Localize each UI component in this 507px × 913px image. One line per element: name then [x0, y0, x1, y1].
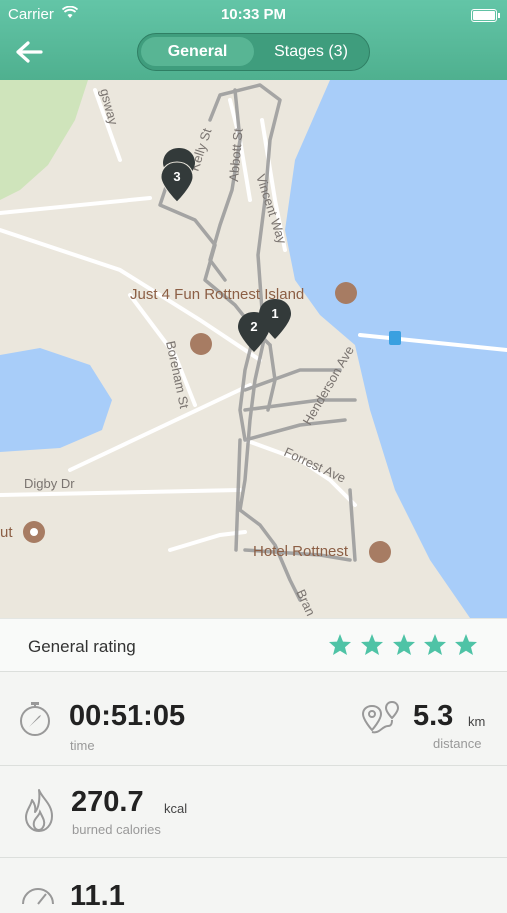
- calories-value: 270.7: [71, 786, 144, 818]
- stats-row-calories: 270.7 kcal burned calories: [0, 766, 507, 858]
- calories-caption: burned calories: [72, 822, 161, 837]
- ferry-icon: [389, 331, 401, 345]
- clock-label: 10:33 PM: [220, 6, 287, 23]
- place-hotel: Hotel Rottnest: [253, 543, 349, 560]
- marker-label-2: 2: [250, 319, 257, 334]
- route-map[interactable]: gsway Kelly St Abbott St Vincent Way Bor…: [0, 80, 507, 618]
- back-button[interactable]: [14, 40, 46, 66]
- rating-row: General rating: [0, 618, 507, 672]
- segmented-control: General Stages (3): [137, 33, 370, 71]
- distance-unit: km: [468, 714, 486, 729]
- speedometer-icon: [22, 888, 54, 905]
- distance-caption: distance: [433, 736, 482, 751]
- tab-stages[interactable]: Stages (3): [256, 37, 366, 66]
- star-icon: [361, 634, 383, 655]
- stats-row-speed: 11.1: [0, 858, 507, 912]
- stats-row-time-distance: 00:51:05 time 5.3 km distance: [0, 672, 507, 766]
- status-bar: Carrier 10:33 PM: [0, 0, 507, 28]
- poi-icon: [335, 282, 357, 304]
- hotel-icon: [190, 333, 212, 355]
- stopwatch-icon: [20, 702, 50, 736]
- time-value: 00:51:05: [69, 700, 186, 732]
- star-icon: [329, 634, 351, 655]
- tab-general[interactable]: General: [141, 37, 254, 66]
- distance-value: 5.3: [413, 700, 454, 732]
- flame-icon: [25, 789, 53, 832]
- place-ut: ut: [0, 524, 13, 541]
- route-distance-icon: [361, 700, 400, 734]
- nav-header: Carrier 10:33 PM General Stages (3): [0, 0, 507, 80]
- marker-label-3: 3: [173, 169, 180, 184]
- star-icon: [424, 634, 446, 655]
- calories-unit: kcal: [164, 801, 188, 816]
- battery-icon: [471, 9, 500, 22]
- street-label-digby: Digby Dr: [24, 476, 75, 491]
- star-icon: [393, 634, 415, 655]
- back-arrow-icon: [16, 41, 43, 63]
- time-caption: time: [70, 738, 95, 753]
- rating-label: General rating: [28, 637, 136, 656]
- speed-value: 11.1: [70, 880, 125, 912]
- hotel-icon: [369, 541, 391, 563]
- star-icon: [455, 634, 477, 655]
- marker-label-1: 1: [271, 306, 278, 321]
